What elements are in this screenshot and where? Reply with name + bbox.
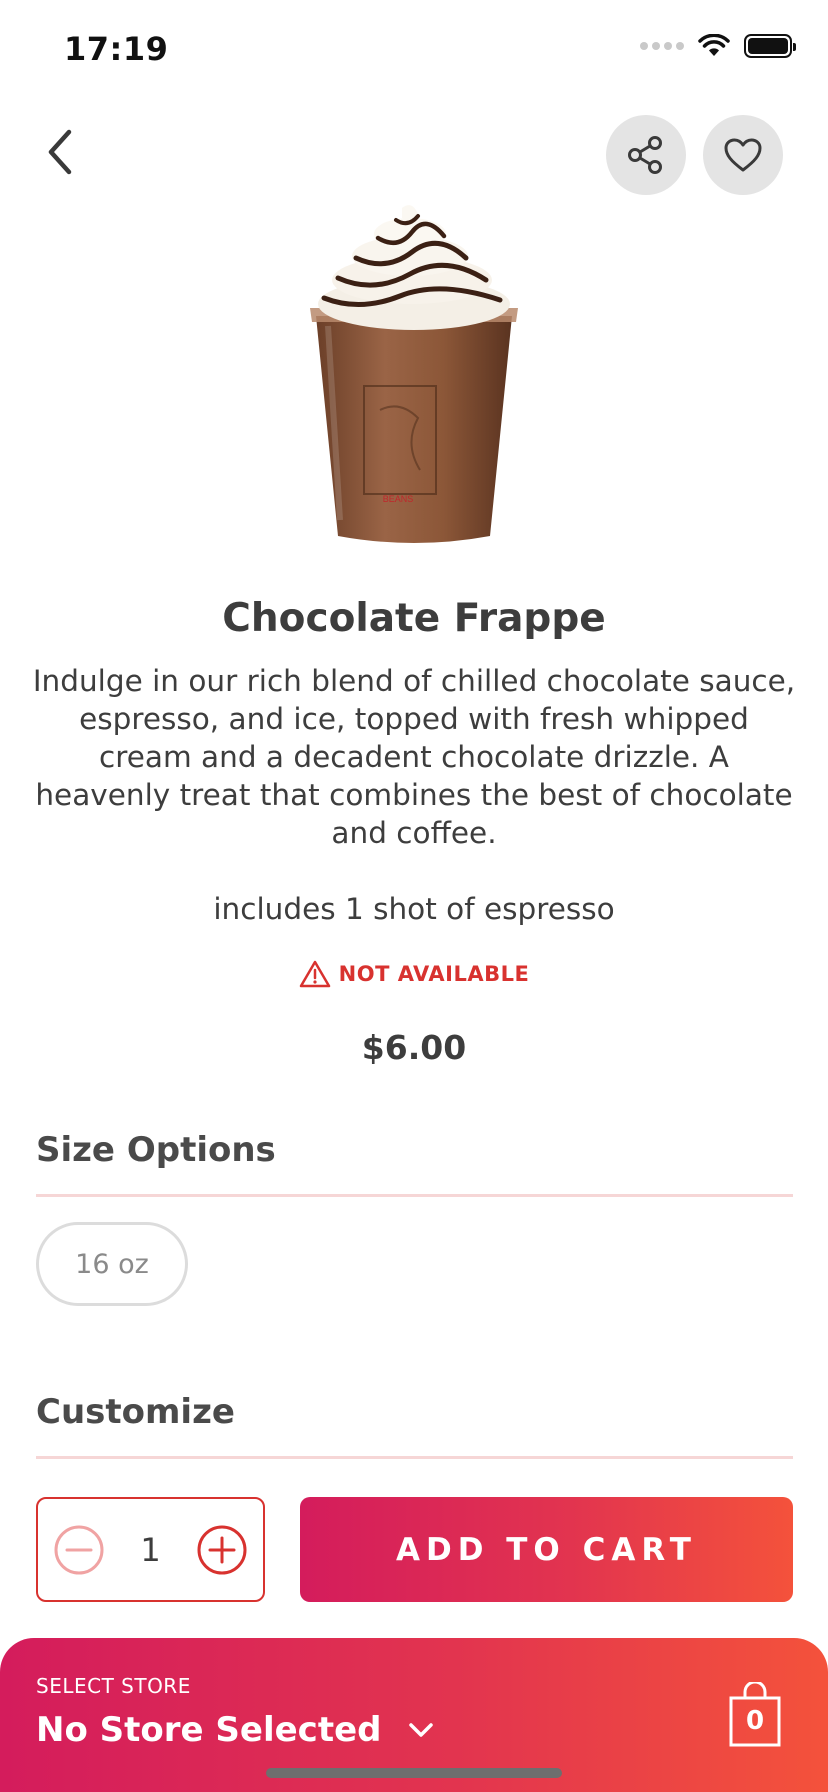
wifi-icon xyxy=(698,34,730,56)
battery-icon xyxy=(744,34,796,58)
minus-circle-icon xyxy=(54,1525,104,1574)
status-icons xyxy=(640,34,796,58)
plus-circle-icon xyxy=(197,1525,247,1574)
product-title: Chocolate Frappe xyxy=(222,596,606,641)
espresso-note: includes 1 shot of espresso xyxy=(213,892,615,926)
share-button[interactable] xyxy=(606,115,686,195)
quantity-stepper: 1 xyxy=(36,1497,265,1602)
chocolate-frappe-image: BEANS xyxy=(310,205,518,543)
chevron-down-icon xyxy=(409,1723,434,1737)
customize-divider xyxy=(36,1456,793,1459)
store-name: No Store Selected xyxy=(36,1710,382,1750)
chevron-left-icon xyxy=(48,129,72,175)
heart-icon xyxy=(724,138,762,172)
svg-text:BEANS: BEANS xyxy=(383,494,414,504)
decrement-button[interactable] xyxy=(52,1523,106,1577)
size-option-16oz[interactable]: 16 oz xyxy=(36,1222,188,1306)
availability-text: NOT AVAILABLE xyxy=(338,962,530,986)
select-store-label: SELECT STORE xyxy=(36,1674,191,1698)
status-time: 17:19 xyxy=(64,30,169,68)
quantity-value: 1 xyxy=(140,1530,161,1569)
cellular-signal-icon xyxy=(640,42,684,50)
warning-triangle-icon xyxy=(299,960,330,988)
share-icon xyxy=(628,136,662,174)
cart-button[interactable]: 0 xyxy=(728,1680,782,1748)
status-bar: 17:19 xyxy=(0,0,828,100)
increment-button[interactable] xyxy=(195,1523,249,1577)
size-options-title: Size Options xyxy=(36,1130,276,1170)
customize-title: Customize xyxy=(36,1392,235,1432)
availability-status: NOT AVAILABLE xyxy=(0,960,828,988)
store-selector[interactable]: No Store Selected xyxy=(36,1710,435,1750)
favorite-button[interactable] xyxy=(703,115,783,195)
product-price: $6.00 xyxy=(361,1028,467,1067)
size-options-divider xyxy=(36,1194,793,1197)
home-indicator xyxy=(266,1768,562,1778)
product-description: Indulge in our rich blend of chilled cho… xyxy=(32,664,796,850)
store-bar: SELECT STORE No Store Selected 0 xyxy=(0,1638,828,1792)
add-to-cart-button[interactable]: ADD TO CART xyxy=(300,1497,793,1602)
back-button[interactable] xyxy=(30,122,90,182)
cart-count: 0 xyxy=(745,1706,765,1736)
